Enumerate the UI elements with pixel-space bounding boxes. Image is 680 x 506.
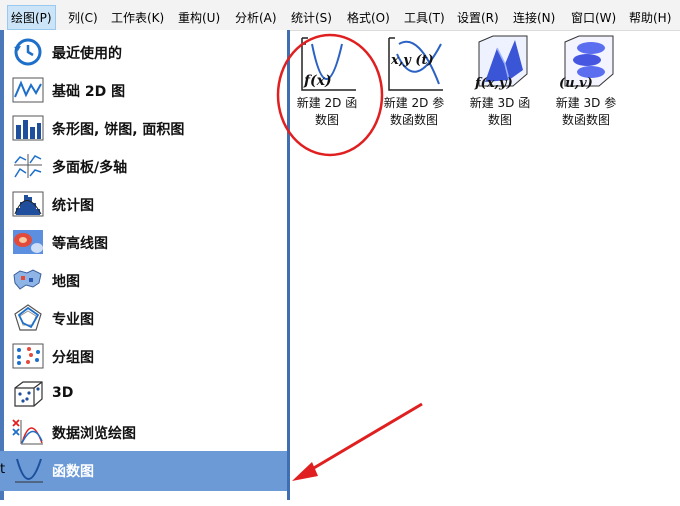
menu-statistics[interactable]: 统计(S) [291, 9, 332, 26]
category-basic-2d[interactable]: 基础 2D 图 [0, 71, 288, 109]
category-label: 专业图 [52, 312, 94, 328]
menu-bar: 绘图(P) 列(C) 工作表(K) 重构(U) 分析(A) 统计(S) 格式(O… [0, 0, 680, 31]
menu-plot[interactable]: 绘图(P) [7, 5, 56, 30]
function-plot-icon [15, 458, 43, 483]
template-new-2d-function[interactable]: f(x) 新建 2D 函 数图 [288, 34, 366, 134]
category-grouped[interactable]: 分组图 [0, 337, 288, 375]
category-data-browser[interactable]: 数据浏览绘图 [0, 413, 288, 451]
category-statistics[interactable]: 统计图 [0, 185, 288, 223]
contour-icon [13, 230, 43, 254]
category-label: 3D [52, 385, 74, 401]
clock-icon [14, 38, 42, 66]
category-multi-panel[interactable]: 多面板/多轴 [0, 147, 288, 185]
pointer-arrow-line [301, 402, 423, 477]
background-text-fragment: t [0, 462, 6, 477]
category-label: 分组图 [52, 350, 94, 366]
menu-help[interactable]: 帮助(H) [629, 9, 671, 26]
template-caption: 新建 3D 函 数图 [461, 95, 539, 129]
menu-window[interactable]: 窗口(W) [571, 9, 616, 26]
radar-icon [14, 304, 42, 331]
menu-worksheet[interactable]: 工作表(K) [111, 9, 164, 26]
caption-line2: 数函数图 [389, 113, 438, 127]
caption-line1: 新建 2D 函 [296, 96, 358, 110]
template-caption: 新建 2D 参 数函数图 [375, 95, 453, 129]
menu-column[interactable]: 列(C) [68, 9, 98, 26]
category-bar-pie-area[interactable]: 条形图, 饼图, 面积图 [0, 109, 288, 147]
caption-line2: 数图 [314, 113, 339, 127]
template-new-3d-parametric[interactable]: (u,v) 新建 3D 参 数函数图 [547, 34, 625, 134]
category-label: 地图 [52, 274, 80, 290]
template-icon-text: f(x,y) [474, 76, 513, 91]
menu-reshape[interactable]: 重构(U) [178, 9, 220, 26]
template-icon-text: f(x) [303, 73, 332, 89]
line-plot-icon [12, 77, 44, 103]
grouped-plot-icon [12, 343, 44, 369]
caption-line1: 新建 3D 函 [469, 96, 531, 110]
plot-category-list: 最近使用的 基础 2D 图 条形图, 饼图, 面积图 多面板/多轴 统计图 等高… [0, 30, 288, 506]
template-icon-text: x,y (t) [390, 53, 434, 68]
category-label: 等高线图 [52, 236, 108, 252]
2d-parametric-template-icon: x,y (t) [388, 37, 443, 91]
caption-line1: 新建 3D 参 [555, 96, 617, 110]
histogram-icon [12, 191, 44, 217]
template-caption: 新建 3D 参 数函数图 [547, 95, 625, 129]
3d-parametric-template-icon: (u,v) [559, 35, 614, 91]
category-label: 多面板/多轴 [52, 160, 128, 176]
category-label: 最近使用的 [52, 46, 122, 62]
category-label: 基础 2D 图 [52, 84, 126, 100]
caption-line2: 数图 [487, 113, 512, 127]
category-3d[interactable]: 3D [0, 375, 288, 413]
template-new-3d-function[interactable]: f(x,y) 新建 3D 函 数图 [461, 34, 539, 134]
2d-function-template-icon: f(x) [301, 37, 356, 91]
multi-panel-icon [14, 154, 42, 178]
category-label: 数据浏览绘图 [52, 426, 136, 442]
menu-format[interactable]: 格式(O) [347, 9, 390, 26]
category-label: 条形图, 饼图, 面积图 [52, 122, 185, 138]
template-icon-text: (u,v) [559, 76, 593, 91]
category-contour[interactable]: 等高线图 [0, 223, 288, 261]
3d-function-template-icon: f(x,y) [474, 35, 528, 91]
3d-cube-icon [14, 381, 43, 407]
menu-tools[interactable]: 工具(T) [404, 9, 445, 26]
menu-connect[interactable]: 连接(N) [513, 9, 555, 26]
category-function[interactable]: 函数图 [0, 451, 288, 491]
bar-chart-icon [12, 115, 44, 141]
caption-line1: 新建 2D 参 [383, 96, 445, 110]
category-map[interactable]: 地图 [0, 261, 288, 299]
template-caption: 新建 2D 函 数图 [288, 95, 366, 129]
menu-analysis[interactable]: 分析(A) [235, 9, 277, 26]
category-label: 函数图 [52, 464, 94, 480]
category-specialized[interactable]: 专业图 [0, 299, 288, 337]
template-new-2d-parametric[interactable]: x,y (t) 新建 2D 参 数函数图 [375, 34, 453, 134]
category-label: 统计图 [52, 198, 94, 214]
caption-line2: 数函数图 [561, 113, 610, 127]
data-browser-icon [12, 419, 43, 445]
map-icon [13, 269, 42, 290]
category-recent[interactable]: 最近使用的 [0, 33, 288, 71]
pointer-arrow-head [292, 462, 318, 481]
menu-settings[interactable]: 设置(R) [457, 9, 499, 26]
